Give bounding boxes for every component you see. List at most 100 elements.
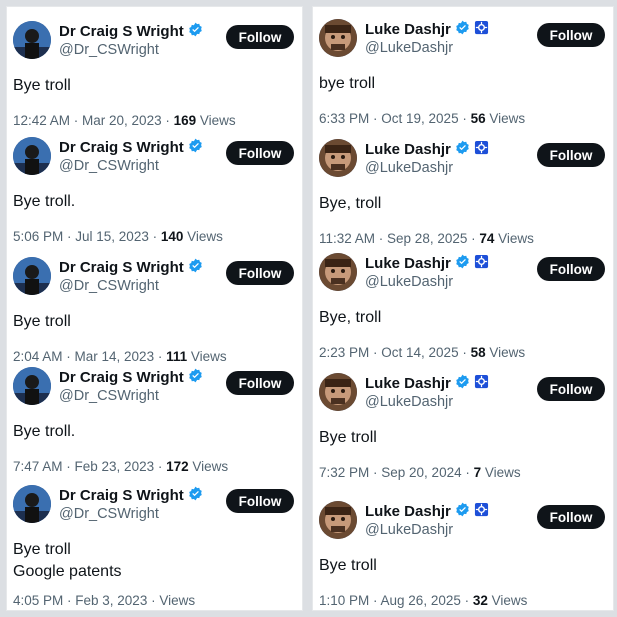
user-handle[interactable]: @LukeDashjr [365, 40, 453, 56]
avatar[interactable] [319, 19, 357, 57]
tweet-timestamp[interactable]: 6:33 PM · Oct 19, 2025 · [319, 111, 471, 126]
tweet-meta[interactable]: 11:32 AM · Sep 28, 2025 · 74 Views [319, 231, 534, 246]
follow-button[interactable]: Follow [226, 261, 294, 285]
follow-button[interactable]: Follow [226, 141, 294, 165]
user-handle[interactable]: @Dr_CSWright [59, 42, 159, 58]
tweet-timestamp[interactable]: 4:05 PM · Feb 3, 2023 · [13, 593, 159, 608]
tweet-text: Bye troll [319, 557, 377, 574]
tweet-timestamp[interactable]: 7:32 PM · Sep 20, 2024 · [319, 465, 474, 480]
view-count: 32 [472, 593, 488, 608]
affiliate-badge-icon [474, 254, 489, 273]
views-label: Views [487, 593, 528, 608]
display-name[interactable]: Luke Dashjr [365, 375, 451, 392]
view-count: 172 [166, 459, 189, 474]
tweet-meta[interactable]: 7:47 AM · Feb 23, 2023 · 172 Views [13, 459, 228, 474]
tweet-text: Bye, troll [319, 309, 382, 326]
views-label: Views [159, 593, 196, 608]
user-name[interactable]: Dr Craig S Wright [59, 258, 203, 277]
display-name[interactable]: Luke Dashjr [365, 255, 451, 272]
avatar[interactable] [319, 139, 357, 177]
user-name[interactable]: Luke Dashjr [365, 502, 489, 521]
views-label: Views [196, 113, 236, 128]
avatar[interactable] [13, 21, 51, 59]
follow-button[interactable]: Follow [537, 257, 605, 281]
affiliate-badge-icon [474, 140, 489, 159]
verified-badge-icon [188, 22, 203, 41]
user-handle[interactable]: @Dr_CSWright [59, 278, 159, 294]
display-name[interactable]: Luke Dashjr [365, 141, 451, 158]
display-name[interactable]: Dr Craig S Wright [59, 259, 184, 276]
tweet-meta[interactable]: 1:10 PM · Aug 26, 2025 · 32 Views [319, 593, 527, 608]
display-name[interactable]: Dr Craig S Wright [59, 23, 184, 40]
user-handle[interactable]: @LukeDashjr [365, 274, 453, 290]
left-tweet-column: Dr Craig S Wright @Dr_CSWright Follow Bye t… [6, 6, 303, 611]
user-handle[interactable]: @Dr_CSWright [59, 388, 159, 404]
user-handle[interactable]: @LukeDashjr [365, 522, 453, 538]
tweet-timestamp[interactable]: 1:10 PM · Aug 26, 2025 · [319, 593, 473, 608]
user-name[interactable]: Luke Dashjr [365, 140, 489, 159]
tweet-meta[interactable]: 7:32 PM · Sep 20, 2024 · 7 Views [319, 465, 521, 480]
user-handle[interactable]: @LukeDashjr [365, 394, 453, 410]
user-handle[interactable]: @Dr_CSWright [59, 158, 159, 174]
affiliate-badge-icon [474, 502, 489, 521]
avatar[interactable] [13, 257, 51, 295]
verified-badge-icon [188, 258, 203, 277]
tweet-timestamp[interactable]: 7:47 AM · Feb 23, 2023 · [13, 459, 166, 474]
verified-badge-icon [188, 486, 203, 505]
tweet-meta[interactable]: 4:05 PM · Feb 3, 2023 · Views [13, 593, 195, 608]
views-label: Views [494, 231, 534, 246]
tweet-timestamp[interactable]: 5:06 PM · Jul 15, 2023 · [13, 229, 161, 244]
verified-badge-icon [455, 502, 470, 521]
view-count: 7 [473, 465, 482, 480]
avatar[interactable] [13, 367, 51, 405]
tweet-meta[interactable]: 2:04 AM · Mar 14, 2023 · 111 Views [13, 349, 227, 364]
user-name[interactable]: Dr Craig S Wright [59, 22, 203, 41]
user-name[interactable]: Luke Dashjr [365, 374, 489, 393]
tweet-timestamp[interactable]: 2:23 PM · Oct 14, 2025 · [319, 345, 471, 360]
user-name[interactable]: Dr Craig S Wright [59, 486, 203, 505]
tweet-meta[interactable]: 12:42 AM · Mar 20, 2023 · 169 Views [13, 113, 236, 128]
follow-button[interactable]: Follow [537, 377, 605, 401]
avatar[interactable] [319, 501, 357, 539]
display-name[interactable]: Dr Craig S Wright [59, 139, 184, 156]
tweet-text: Bye troll. [13, 193, 76, 210]
avatar[interactable] [13, 485, 51, 523]
avatar[interactable] [319, 373, 357, 411]
tweet-timestamp[interactable]: 2:04 AM · Mar 14, 2023 · [13, 349, 166, 364]
tweet-text: Bye troll [13, 77, 71, 94]
user-name[interactable]: Luke Dashjr [365, 20, 489, 39]
follow-button[interactable]: Follow [537, 23, 605, 47]
view-count: 111 [166, 349, 188, 364]
tweet-text: bye troll [319, 75, 376, 92]
tweet-meta[interactable]: 2:23 PM · Oct 14, 2025 · 58 Views [319, 345, 525, 360]
display-name[interactable]: Dr Craig S Wright [59, 487, 184, 504]
follow-button[interactable]: Follow [226, 489, 294, 513]
tweet-meta[interactable]: 6:33 PM · Oct 19, 2025 · 56 Views [319, 111, 525, 126]
view-count: 74 [479, 231, 495, 246]
tweet-timestamp[interactable]: 11:32 AM · Sep 28, 2025 · [319, 231, 479, 246]
views-label: Views [188, 459, 229, 474]
verified-badge-icon [188, 368, 203, 387]
screenshot-collage: Dr Craig S Wright @Dr_CSWright Follow Bye t… [0, 0, 617, 617]
right-tweet-column: Luke Dashjr @LukeDashjr Follow bye troll 6:3… [312, 6, 614, 611]
follow-button[interactable]: Follow [226, 25, 294, 49]
user-name[interactable]: Dr Craig S Wright [59, 138, 203, 157]
view-count: 140 [160, 229, 184, 244]
affiliate-badge-icon [474, 20, 489, 39]
avatar[interactable] [319, 253, 357, 291]
verified-badge-icon [455, 140, 470, 159]
follow-button[interactable]: Follow [226, 371, 294, 395]
user-name[interactable]: Dr Craig S Wright [59, 368, 203, 387]
tweet-timestamp[interactable]: 12:42 AM · Mar 20, 2023 · [13, 113, 174, 128]
view-count: 56 [470, 111, 486, 126]
follow-button[interactable]: Follow [537, 143, 605, 167]
user-handle[interactable]: @LukeDashjr [365, 160, 453, 176]
user-handle[interactable]: @Dr_CSWright [59, 506, 159, 522]
display-name[interactable]: Dr Craig S Wright [59, 369, 184, 386]
follow-button[interactable]: Follow [537, 505, 605, 529]
display-name[interactable]: Luke Dashjr [365, 503, 451, 520]
display-name[interactable]: Luke Dashjr [365, 21, 451, 38]
avatar[interactable] [13, 137, 51, 175]
user-name[interactable]: Luke Dashjr [365, 254, 489, 273]
tweet-meta[interactable]: 5:06 PM · Jul 15, 2023 · 140 Views [13, 229, 223, 244]
